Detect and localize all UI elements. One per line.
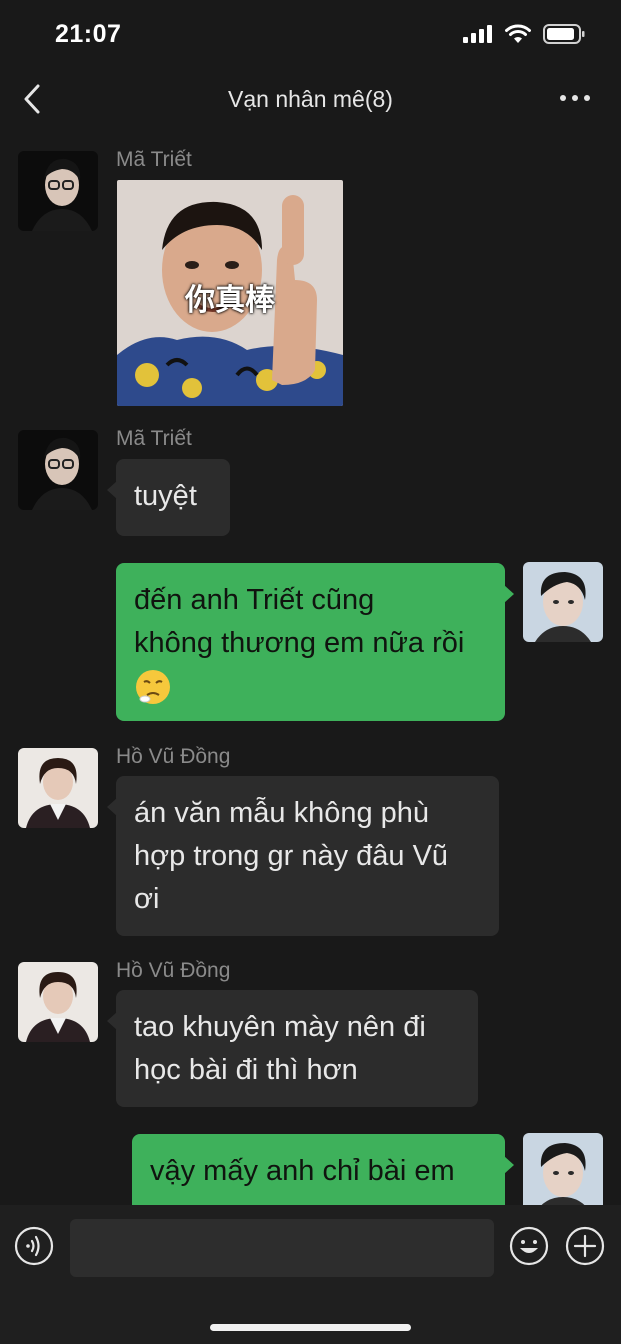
avatar-ma-triet[interactable] [18,430,98,510]
message-input[interactable] [70,1219,494,1277]
avatar-ho-vu-dong[interactable] [18,962,98,1042]
message-bubble-outgoing[interactable]: đến anh Triết cũng không thương em nữa r… [116,563,514,721]
message-text-line: vậy mấy anh chỉ bài em [150,1155,455,1187]
message-text-line: ơi [134,883,160,915]
avatar-self[interactable] [523,1133,603,1213]
wifi-icon [505,24,531,43]
battery-icon [543,24,585,44]
status-icons [463,24,585,44]
message-text-line: hợp trong gr này đâu Vũ [134,840,449,872]
home-indicator [210,1324,411,1331]
voice-input-icon[interactable] [14,1226,54,1266]
message-text-line: không thương em nữa rồi [134,627,465,659]
chat-header: Vạn nhân mê(8) [0,70,621,130]
sender-name: Hồ Vũ Đồng [116,745,231,768]
message-text-line: học bài đi thì hơn [134,1054,358,1086]
chat-title: Vạn nhân mê(8) [228,86,393,112]
emoji-icon[interactable] [509,1226,549,1266]
message-text-line: án văn mẫu không phù [134,797,430,829]
avatar-self[interactable] [523,562,603,642]
input-bar [0,1205,621,1344]
sender-name: Hồ Vũ Đồng [116,959,231,982]
more-options-icon[interactable] [559,88,591,108]
sticker-message[interactable]: 你真棒 [117,180,343,406]
message-bubble-incoming[interactable]: tao khuyên mày nên đi học bài đi thì hơn [107,990,478,1107]
status-bar: 21:07 [0,0,621,70]
sender-name: Mã Triết [116,148,192,171]
avatar-ma-triet[interactable] [18,151,98,231]
message-bubble-incoming[interactable]: án văn mẫu không phù hợp trong gr này đâ… [107,776,499,936]
add-more-icon[interactable] [565,1226,605,1266]
status-time: 21:07 [55,20,122,48]
message-bubble-incoming[interactable]: tuyệt [107,459,230,536]
sender-name: Mã Triết [116,427,192,450]
message-text-line: tao khuyên mày nên đi [134,1011,426,1043]
sticker-caption: 你真棒 [185,283,275,318]
sad-face-emoji-icon [136,670,170,705]
avatar-ho-vu-dong[interactable] [18,748,98,828]
cellular-signal-icon [463,25,492,43]
message-text-line: đến anh Triết cũng [134,584,375,616]
message-text: tuyệt [134,480,197,512]
